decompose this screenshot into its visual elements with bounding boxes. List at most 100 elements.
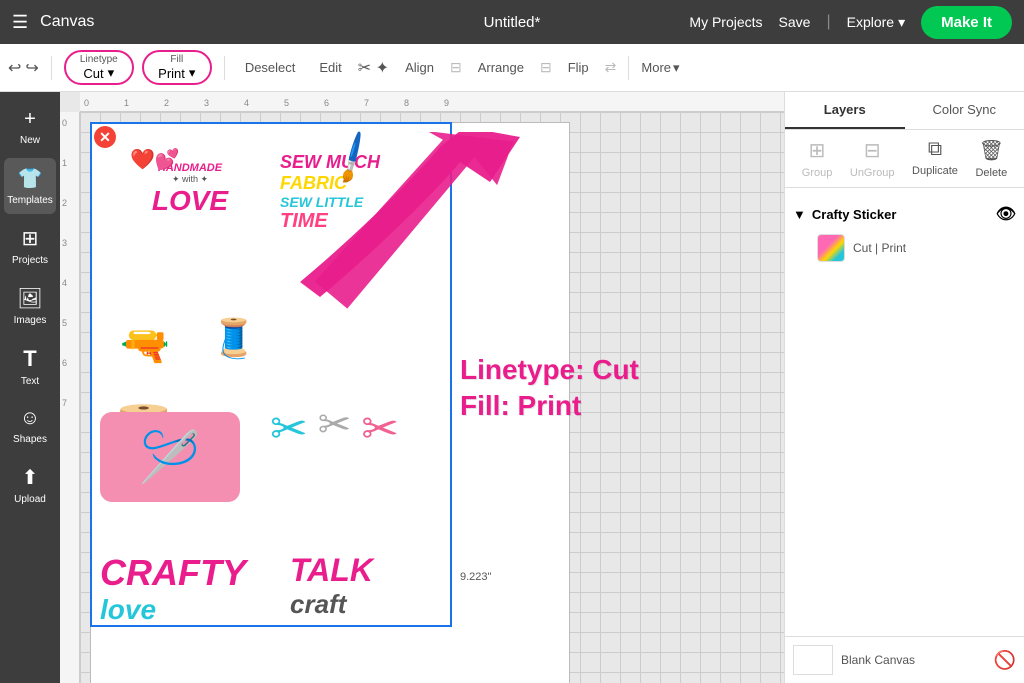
ungroup-action[interactable]: ⊟ UnGroup (850, 138, 895, 179)
sidebar-item-templates[interactable]: 👕 Templates (4, 158, 56, 214)
layer-group-header[interactable]: ▼ Crafty Sticker 👁 (793, 200, 1016, 228)
panel-tabs: Layers Color Sync (785, 92, 1024, 130)
talk-craft-element[interactable]: TALK craft (290, 552, 373, 620)
sidebar-item-images[interactable]: 🖼 Images (4, 278, 56, 334)
layer-thumbnail (817, 234, 845, 262)
sidebar-item-label: Projects (12, 255, 48, 266)
deselect-button[interactable]: Deselect (237, 56, 304, 79)
crafty-text-element[interactable]: CRAFTY love (100, 552, 246, 626)
glue-gun-element[interactable]: 🔫 (120, 322, 170, 369)
right-panel: Layers Color Sync ⊞ Group ⊟ UnGroup ⧉ Du… (784, 92, 1024, 683)
tab-color-sync[interactable]: Color Sync (905, 92, 1024, 129)
layers-section: ▼ Crafty Sticker 👁 Cut | Print (785, 188, 1024, 636)
layer-group-crafty: ▼ Crafty Sticker 👁 Cut | Print (785, 196, 1024, 272)
save-link[interactable]: Save (779, 14, 811, 30)
canvas-area[interactable]: 0 1 2 3 4 5 6 7 8 9 0 1 2 3 4 5 6 7 (60, 92, 784, 683)
sidebar-item-text[interactable]: T Text (4, 338, 56, 395)
close-button[interactable]: ✕ (94, 126, 116, 148)
svg-text:7: 7 (62, 398, 67, 408)
svg-text:3: 3 (62, 238, 67, 248)
group-action[interactable]: ⊞ Group (802, 138, 833, 179)
measure-label: 9.223" (460, 571, 491, 583)
ruler-v-svg: 0 1 2 3 4 5 6 7 (60, 112, 80, 683)
text-icon: T (23, 346, 36, 372)
fill-selector[interactable]: Fill Print ▾ (142, 50, 212, 85)
arrange-button[interactable]: Arrange (470, 56, 532, 79)
annotation-text: Linetype: Cut Fill: Print (460, 352, 639, 425)
fill-chevron-icon: ▾ (189, 65, 196, 81)
linetype-selector[interactable]: Linetype Cut ▾ (64, 50, 134, 85)
svg-text:2: 2 (62, 198, 67, 208)
svg-text:1: 1 (62, 158, 67, 168)
svg-text:3: 3 (204, 98, 209, 108)
sidebar-item-projects[interactable]: ⊞ Projects (4, 218, 56, 274)
make-it-button[interactable]: Make It (921, 6, 1012, 39)
group-icon: ⊞ (809, 138, 826, 163)
shapes-icon: ☺ (20, 407, 40, 430)
svg-text:4: 4 (244, 98, 249, 108)
sidebar-item-new[interactable]: + New (4, 100, 56, 154)
linetype-label: Linetype (80, 54, 118, 65)
svg-text:7: 7 (364, 98, 369, 108)
duplicate-icon: ⧉ (928, 138, 942, 161)
layer-label: Cut | Print (853, 241, 906, 255)
sewing-machine-body[interactable]: 🪡 (100, 412, 240, 502)
panel-footer: Blank Canvas 🚫 (785, 636, 1024, 683)
delete-action[interactable]: 🗑 Delete (975, 138, 1007, 179)
templates-icon: 👕 (18, 166, 43, 191)
visibility-icon[interactable]: 👁 (996, 204, 1016, 224)
svg-text:9: 9 (444, 98, 449, 108)
scissors-element[interactable]: ✂ ✂ ✂ (270, 402, 399, 455)
edit-icon[interactable]: ✂ ✦ (358, 58, 389, 78)
more-button[interactable]: More ▾ (641, 60, 679, 76)
sidebar-item-label: Upload (14, 494, 46, 505)
redo-button[interactable]: ↪ (25, 58, 38, 78)
align-button[interactable]: Align (397, 56, 442, 79)
panel-actions: ⊞ Group ⊟ UnGroup ⧉ Duplicate 🗑 Delete (785, 130, 1024, 188)
svg-text:5: 5 (284, 98, 289, 108)
arrange-icon: ⊟ (540, 59, 552, 76)
my-projects-link[interactable]: My Projects (689, 14, 762, 30)
sidebar-item-label: Images (14, 315, 47, 326)
ruler-vertical: 0 1 2 3 4 5 6 7 (60, 112, 80, 683)
main-area: + New 👕 Templates ⊞ Projects 🖼 Images T … (0, 92, 1024, 683)
sidebar-item-label: New (20, 135, 40, 146)
svg-text:0: 0 (62, 118, 67, 128)
sidebar-item-shapes[interactable]: ☺ Shapes (4, 399, 56, 453)
tab-layers[interactable]: Layers (785, 92, 905, 129)
new-icon: + (24, 108, 36, 131)
svg-text:6: 6 (62, 358, 67, 368)
linetype-value: Cut ▾ (83, 65, 114, 81)
projects-icon: ⊞ (22, 226, 39, 251)
svg-text:1: 1 (124, 98, 129, 108)
upload-icon: ⬆ (22, 465, 39, 490)
document-title[interactable]: Untitled* (484, 14, 541, 31)
sidebar-item-upload[interactable]: ⬆ Upload (4, 457, 56, 513)
nav-links: My Projects Save | Explore ▾ Make It (689, 6, 1012, 39)
undo-button[interactable]: ↩ (8, 58, 21, 78)
hamburger-menu[interactable]: ☰ (12, 12, 28, 33)
fill-value: Print ▾ (158, 65, 195, 81)
group-name: Crafty Sticker (812, 207, 897, 222)
fill-label: Fill (170, 54, 183, 65)
ungroup-icon: ⊟ (864, 138, 881, 163)
handmade-love-element[interactable]: HANDMADE ✦ with ✦ LOVE ❤️💕 (120, 162, 260, 282)
flip-button[interactable]: Flip (560, 56, 597, 79)
canvas-grid[interactable]: ✕ HANDMADE ✦ with ✦ LOVE ❤️💕 SEW MUCH FA… (80, 112, 784, 683)
chevron-down-icon: ▾ (898, 14, 905, 31)
footer-visibility-icon[interactable]: 🚫 (994, 650, 1016, 671)
edit-button[interactable]: Edit (311, 56, 349, 79)
app-name: Canvas (40, 13, 94, 31)
svg-text:6: 6 (324, 98, 329, 108)
explore-button[interactable]: Explore ▾ (847, 14, 906, 31)
canvas-footer-label: Blank Canvas (841, 653, 915, 667)
svg-text:4: 4 (62, 278, 67, 288)
top-nav: ☰ Canvas Untitled* My Projects Save | Ex… (0, 0, 1024, 44)
duplicate-action[interactable]: ⧉ Duplicate (912, 138, 958, 179)
spool-element[interactable]: 🧵 (210, 317, 257, 361)
sidebar-item-label: Shapes (13, 434, 47, 445)
separator-3 (628, 56, 629, 80)
collapse-icon: ▼ (793, 207, 806, 222)
layer-item-cut-print[interactable]: Cut | Print (793, 228, 1016, 268)
images-icon: 🖼 (17, 286, 42, 311)
